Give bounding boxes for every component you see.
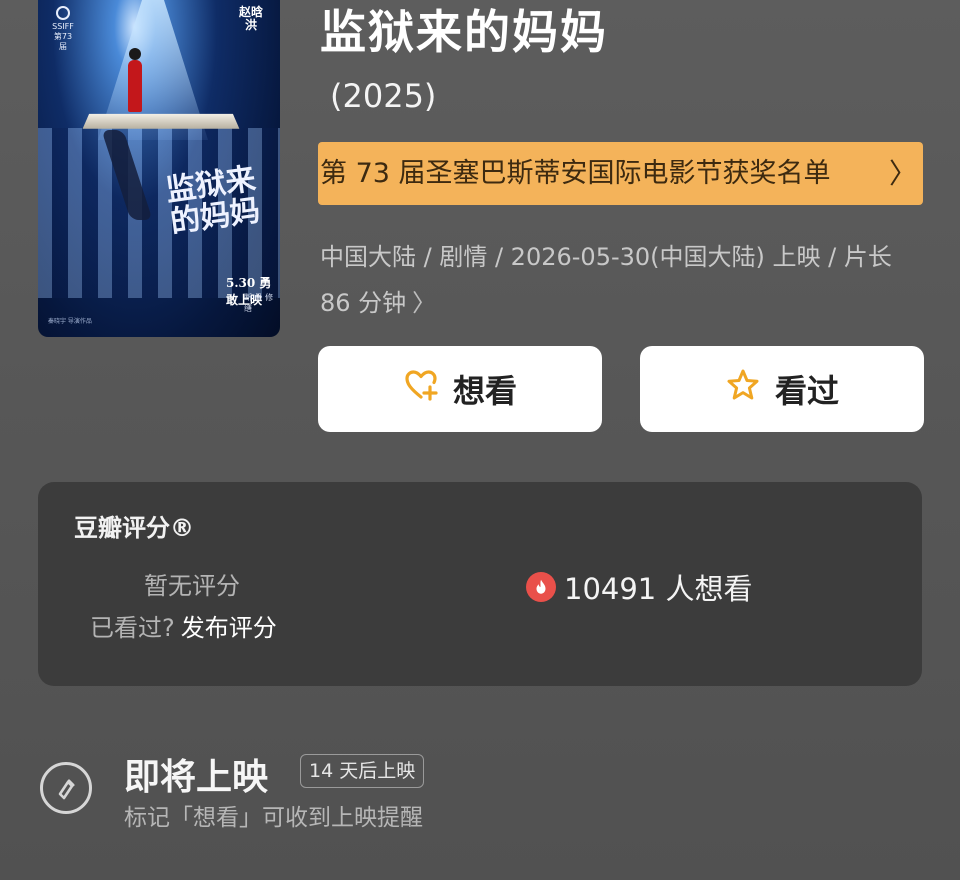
poster-festival-logo: SSIFF 第73届 [50,6,76,52]
want-button[interactable]: 想看 [318,346,602,432]
rating-card: 豆瓣评分® 暂无评分 已看过? 发布评分 10491 人想看 [38,482,922,686]
no-rating-text: 暂无评分 [144,572,240,600]
upcoming-subtitle: 标记「想看」可收到上映提醒 [124,805,423,831]
movie-meta[interactable]: 中国大陆 / 剧情 / 2026-05-30(中国大陆) 上映 / 片长 86 … [320,234,930,326]
fire-icon [526,572,556,602]
star-icon [725,367,761,411]
publish-rating-link[interactable]: 发布评分 [181,614,277,642]
award-banner-label: 第 73 届圣塞巴斯蒂安国际电影节获奖名单 [320,158,831,189]
want-button-label: 想看 [452,372,517,410]
heart-plus-icon [403,367,439,411]
movie-poster[interactable]: SSIFF 第73届 赵晗洪 监狱来的妈妈 5.30 勇敢上映 断 极 修 缮 … [38,0,280,337]
chevron-right-icon: 〉 [888,157,917,190]
seen-prompt-text: 已看过? [90,614,175,642]
poster-director-text: 赵晗洪 [238,5,263,32]
release-reminder-icon [40,762,92,814]
chevron-right-icon: 〉 [412,289,437,317]
rating-title: 豆瓣评分® [74,514,194,542]
movie-year: (2025) [330,77,437,115]
upcoming-title: 即将上映 [124,757,269,798]
award-banner[interactable]: 第 73 届圣塞巴斯蒂安国际电影节获奖名单 〉 [318,142,923,205]
poster-figure [128,60,142,112]
poster-credit-text: 秦晓宇 导演作品 [48,318,92,325]
seen-prompt: 已看过? 发布评分 [90,608,277,643]
poster-sub-text: 断 极 修 缮 [244,293,274,313]
seen-button-label: 看过 [774,372,839,410]
seen-button[interactable]: 看过 [640,346,924,432]
want-count: 10491 人想看 [526,566,752,608]
want-count-text: 10491 人想看 [564,572,753,606]
movie-meta-text: 中国大陆 / 剧情 / 2026-05-30(中国大陆) 上映 / 片长 86 … [320,243,892,317]
movie-title: 监狱来的妈妈 [320,5,608,59]
poster-stage [82,113,240,129]
days-until-release-badge: 14 天后上映 [300,754,425,788]
poster-figure-head [129,48,141,60]
